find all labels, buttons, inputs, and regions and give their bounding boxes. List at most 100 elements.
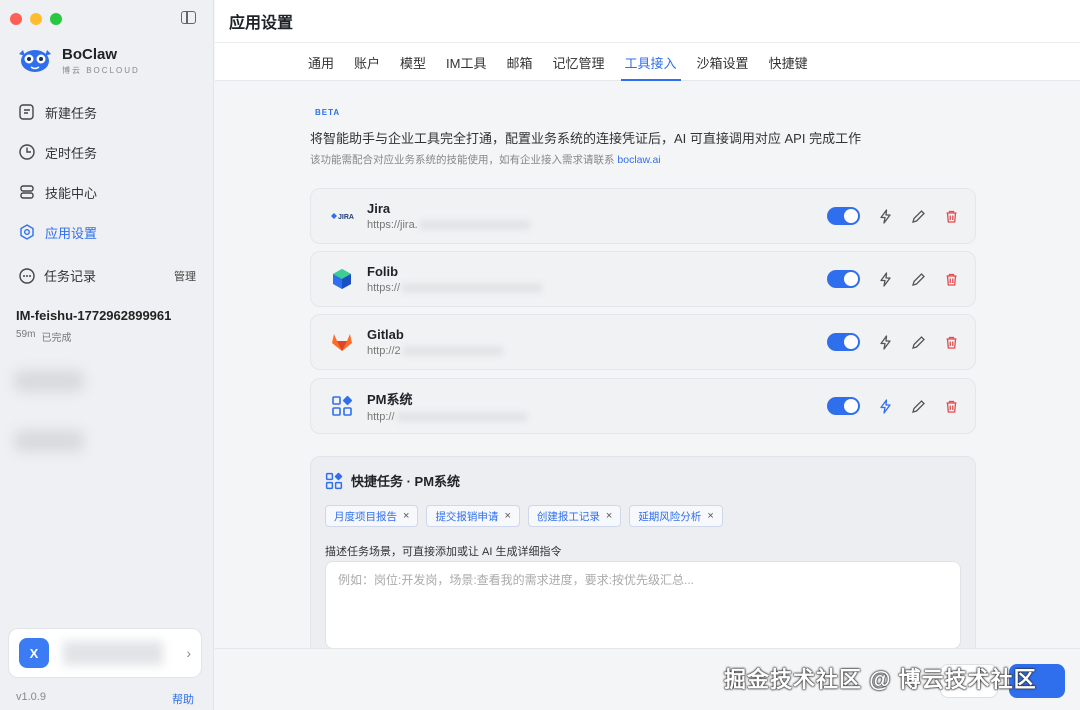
tool-name: Folib — [367, 264, 399, 279]
zoom-window-button[interactable] — [50, 13, 62, 25]
record-time: 59m — [16, 329, 36, 340]
enable-toggle[interactable] — [827, 270, 860, 288]
brand: BoClaw 博云 BOCLOUD — [16, 46, 140, 76]
blurred-url — [402, 283, 543, 293]
tool-row-jira: JIRA Jira https://jira. — [310, 188, 976, 244]
blurred-username — [63, 641, 163, 665]
edit-button[interactable] — [911, 335, 926, 350]
tab-memory[interactable]: 记忆管理 — [543, 43, 615, 81]
sidebar-item-new-task[interactable]: 新建任务 — [8, 92, 206, 132]
pencil-icon — [912, 209, 925, 223]
task-record-item[interactable]: IM-feishu-1772962899961 59m 已完成 — [16, 308, 171, 344]
tab-tool-integration[interactable]: 工具接入 — [615, 43, 687, 81]
test-connection-button[interactable] — [878, 208, 893, 224]
tab-sandbox[interactable]: 沙箱设置 — [687, 43, 759, 81]
trash-icon — [946, 400, 957, 413]
close-icon[interactable]: × — [504, 510, 510, 522]
quick-task-hint: 描述任务场景，可直接添加或让 AI 生成详细指令 — [325, 546, 562, 558]
quick-task-chip[interactable]: 月度项目报告 × — [325, 505, 419, 527]
beta-badge: BETA — [315, 108, 341, 117]
more-circle-icon — [19, 267, 35, 284]
manage-records-button[interactable]: 管理 — [174, 268, 196, 284]
minimize-window-button[interactable] — [30, 13, 42, 25]
sidebar-item-label: 定时任务 — [45, 145, 98, 161]
brand-sub: 博云 BOCLOUD — [62, 65, 140, 75]
tab-general[interactable]: 通用 — [298, 43, 344, 81]
edit-button[interactable] — [911, 399, 926, 414]
quick-tasks-panel: 快捷任务 · PM系统 月度项目报告 × 提交报销申请 × 创建报工记录 × 延期风险… — [310, 456, 976, 648]
clock-icon — [19, 144, 35, 160]
apps-icon — [325, 472, 343, 489]
close-icon[interactable]: × — [707, 510, 713, 522]
quick-tasks-title: 快捷任务 · PM系统 — [351, 474, 461, 489]
apps-icon — [327, 391, 357, 421]
lightning-icon — [880, 271, 891, 287]
sidebar-item-scheduled[interactable]: 定时任务 — [8, 132, 206, 172]
quick-task-chip[interactable]: 延期风险分析 × — [629, 505, 723, 527]
edit-button[interactable] — [911, 209, 926, 224]
boclaw-logo-icon — [19, 50, 51, 72]
tool-name: Gitlab — [367, 327, 404, 342]
sidebar: BoClaw 博云 BOCLOUD 新建任务 定时任务 技能中心 应用设置 任务… — [0, 0, 214, 710]
svg-text:JIRA: JIRA — [338, 214, 354, 221]
delete-button[interactable] — [944, 399, 959, 414]
enable-toggle[interactable] — [827, 207, 860, 225]
delete-button[interactable] — [944, 209, 959, 224]
tab-account[interactable]: 账户 — [344, 43, 390, 81]
edit-button[interactable] — [911, 272, 926, 287]
watermark: 掘金技术社区 @ 博云技术社区 — [724, 667, 1037, 692]
task-scenario-input[interactable]: 例如：岗位:开发岗，场景:查看我的需求进度，要求:按优先级汇总... — [325, 561, 961, 648]
lightning-icon — [880, 334, 891, 350]
chevron-right-icon: › — [186, 645, 191, 661]
tab-model[interactable]: 模型 — [390, 43, 436, 81]
sidebar-item-label: 应用设置 — [45, 225, 98, 241]
close-window-button[interactable] — [10, 13, 22, 25]
blurred-record[interactable] — [14, 370, 84, 392]
task-records-header: 任务记录 管理 — [18, 266, 196, 285]
brand-name: BoClaw — [62, 45, 118, 63]
enable-toggle[interactable] — [827, 333, 860, 351]
test-connection-button[interactable] — [878, 334, 893, 350]
settings-icon — [20, 224, 34, 240]
quick-task-chip[interactable]: 提交报销申请 × — [426, 505, 520, 527]
quick-task-chip[interactable]: 创建报工记录 × — [527, 505, 622, 527]
tab-shortcuts[interactable]: 快捷键 — [759, 43, 818, 81]
sidebar-item-label: 技能中心 — [45, 185, 98, 201]
tool-url: https://jira. — [367, 219, 418, 231]
record-status: 已完成 — [41, 333, 72, 344]
window-controls — [10, 13, 62, 25]
pencil-icon — [912, 272, 925, 286]
close-icon[interactable]: × — [403, 510, 409, 522]
main-panel: 应用设置 通用 账户 模型 IM工具 邮箱 记忆管理 工具接入 沙箱设置 快捷键… — [215, 0, 1080, 710]
trash-icon — [946, 336, 957, 349]
tool-name: PM系统 — [367, 392, 413, 407]
lightning-icon — [880, 208, 891, 224]
blurred-record[interactable] — [14, 430, 84, 452]
close-icon[interactable]: × — [606, 510, 612, 522]
test-connection-button[interactable] — [878, 398, 893, 414]
delete-button[interactable] — [944, 335, 959, 350]
delete-button[interactable] — [944, 272, 959, 287]
tool-row-folib: Folib https:// — [310, 251, 976, 307]
tool-integration-content: BETA 将智能助手与企业工具完全打通，配置业务系统的连接凭证后，AI 可直接调… — [215, 82, 1080, 648]
app-version: v1.0.9 — [16, 691, 46, 703]
sidebar-nav: 新建任务 定时任务 技能中心 应用设置 — [8, 92, 206, 252]
sidebar-toggle-icon[interactable] — [181, 11, 196, 24]
jira-icon: JIRA — [327, 201, 357, 231]
settings-tabs: 通用 账户 模型 IM工具 邮箱 记忆管理 工具接入 沙箱设置 快捷键 — [215, 43, 1080, 81]
tool-url: https:// — [367, 282, 401, 294]
intro-subtext: 该功能需配合对应业务系统的技能使用，如有企业接入需求请联系 boclaw.ai — [310, 154, 661, 166]
user-card[interactable]: X › — [8, 628, 202, 678]
sidebar-item-label: 新建任务 — [45, 105, 98, 121]
help-link[interactable]: 帮助 — [172, 691, 194, 707]
test-connection-button[interactable] — [878, 271, 893, 287]
sidebar-item-settings[interactable]: 应用设置 — [8, 212, 206, 252]
tab-email[interactable]: 邮箱 — [497, 43, 543, 81]
intro-description: 将智能助手与企业工具完全打通，配置业务系统的连接凭证后，AI 可直接调用对应 A… — [310, 131, 862, 146]
boclaw-link[interactable]: boclaw.ai — [617, 154, 660, 166]
stack-icon — [20, 185, 34, 199]
tab-im-tools[interactable]: IM工具 — [436, 43, 496, 81]
task-records-label: 任务记录 — [44, 269, 97, 284]
sidebar-item-skills[interactable]: 技能中心 — [8, 172, 206, 212]
enable-toggle[interactable] — [827, 397, 860, 415]
